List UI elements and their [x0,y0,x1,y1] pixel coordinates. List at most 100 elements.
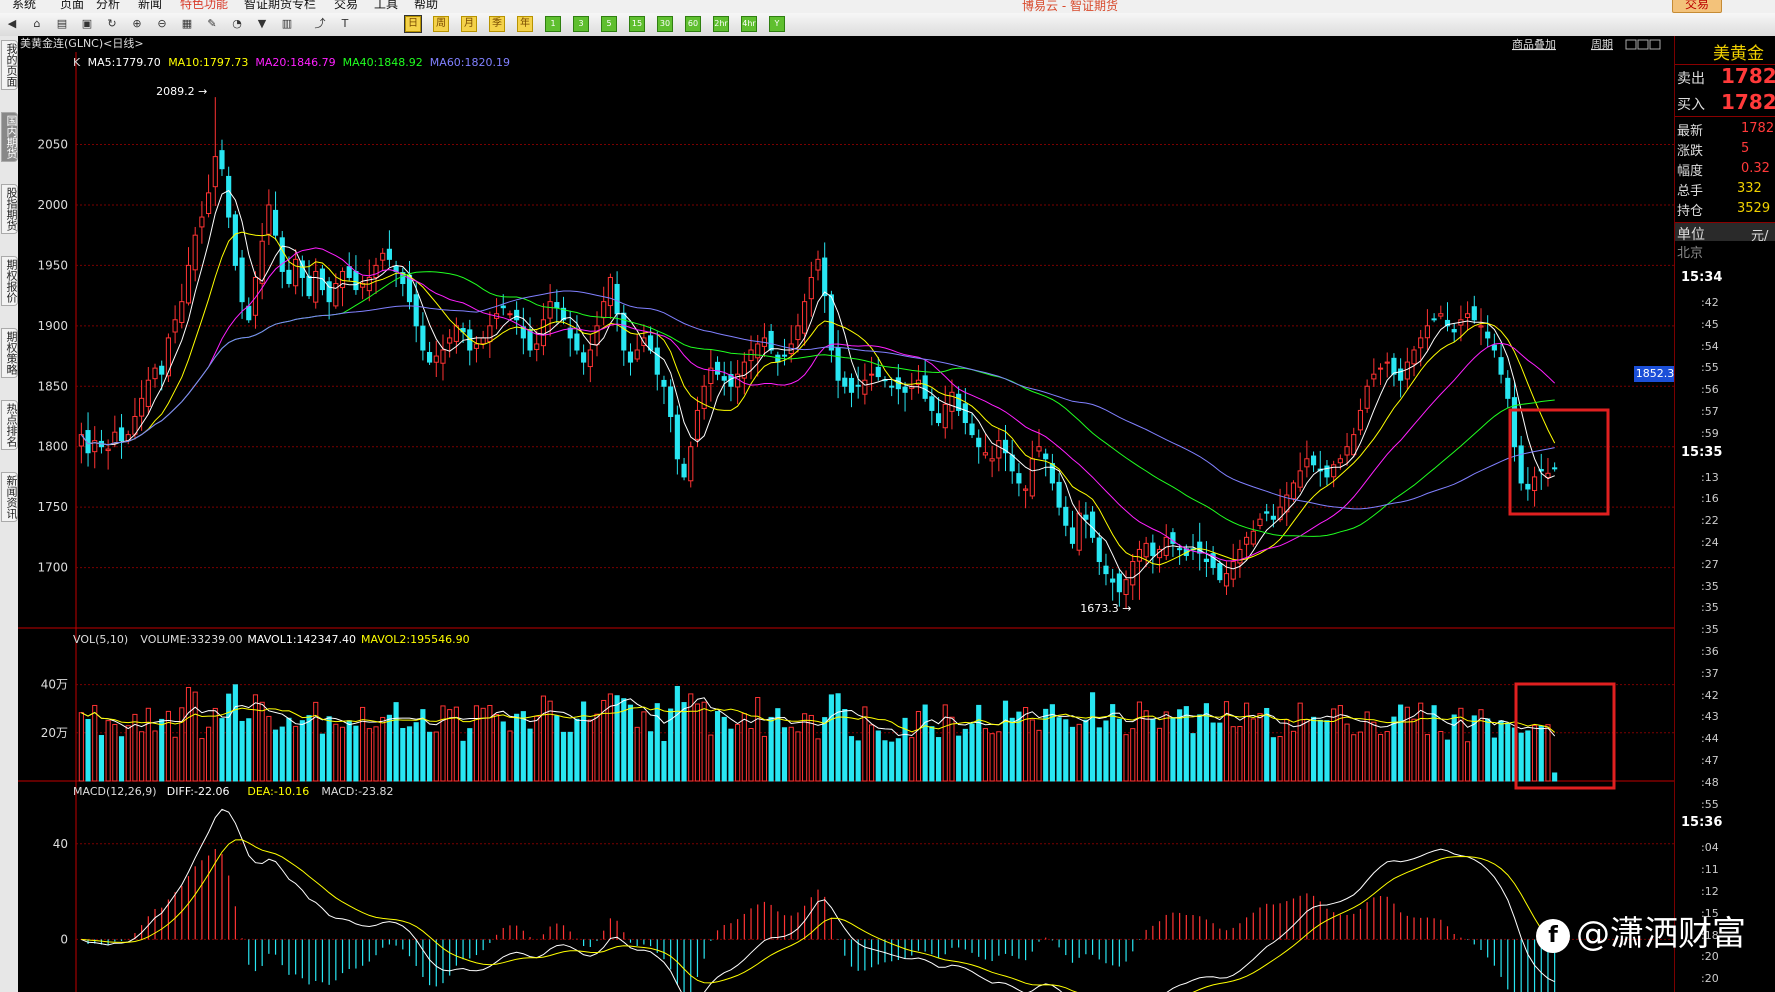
trend-icon[interactable]: ⤴ [312,16,328,32]
period-button-6[interactable]: 3 [573,16,589,32]
side-tab-2[interactable]: 股指期货 [1,184,18,234]
period-button-5[interactable]: 1 [545,16,561,32]
candle-body [1505,377,1511,399]
volume-bar [527,728,533,782]
period-button-4[interactable]: 年 [517,16,533,32]
period-button-10[interactable]: 60 [685,16,701,32]
chart-background [18,36,1674,992]
period-button-8[interactable]: 15 [629,16,645,32]
volume-bar [185,687,192,782]
candle-body [922,375,928,399]
tick-time: :24 [1701,536,1719,549]
volume-bar [1237,725,1243,782]
divider [1675,116,1775,117]
side-tab-0[interactable]: 我的页面 [1,40,18,90]
volume-bar [1411,718,1417,782]
volume-bar [842,709,848,782]
volume-bar [956,735,962,782]
period-button-13[interactable]: Y [769,16,785,32]
candle-body [440,349,446,364]
home-icon[interactable]: ⌂ [29,16,45,32]
side-tab-6[interactable]: 新闻资讯 [1,472,18,522]
zoom-out-icon[interactable]: ⊖ [154,16,170,32]
pen-icon[interactable]: ✎ [204,16,220,32]
volume-bar [1337,705,1343,782]
period-button-11[interactable]: 2hr [713,16,729,32]
watermark: f @潇洒财富 [1536,906,1746,955]
period-button-9[interactable]: 30 [657,16,673,32]
refresh-icon[interactable]: ↻ [104,16,120,32]
trade-button[interactable]: 交易 [1672,0,1723,13]
candle-body [587,349,593,368]
tick-time: :57 [1701,405,1719,418]
menu-item[interactable]: 帮助 [414,0,438,11]
kline-chart[interactable]: 美黄金连(GLNC)<日线> 商品叠加 周期 1700 1750 1800 1850 1… [18,36,1674,992]
candle-body [212,156,218,188]
menu-item[interactable]: 新闻 [138,0,162,11]
candle-body [1056,481,1062,508]
menu-item[interactable]: 页面 [60,0,84,11]
menu-item[interactable]: 智证期货专栏 [244,0,316,11]
candle-body [353,270,359,291]
window-icon[interactable]: ▣ [79,16,95,32]
volume-bar [259,701,265,782]
candle-body [1150,542,1156,556]
grid-icon[interactable]: ▦ [179,16,195,32]
volume-bar [949,716,955,782]
menu-item[interactable]: 交易 [334,0,358,11]
volume-bar [1458,707,1464,782]
volume-bar [567,731,573,782]
period-button-0[interactable]: 日 [404,15,422,33]
quote-panel: 美黄金 卖出 1782. 买入 1782. 最新 1782 涨跌 5 幅度 0.32 总手 3… [1674,36,1775,992]
candle-body [1438,313,1444,317]
volume-bar [520,711,526,782]
period-button-3[interactable]: 季 [489,16,505,32]
volume-bar [1130,728,1136,782]
candle-body [252,276,259,316]
volume-bar [942,704,948,782]
volume-bar [540,695,547,782]
zoom-in-icon[interactable]: ⊕ [129,16,145,32]
legend-text: MA20:1846.79 [255,56,335,69]
candle-body [266,204,272,235]
menu-item[interactable]: 特色功能 [180,0,228,11]
price-tick-label: 2050 [37,138,68,152]
period-button-1[interactable]: 周 [433,16,449,32]
candle-body [554,302,560,309]
candle-body [1531,476,1538,492]
period-button-2[interactable]: 月 [461,16,477,32]
draw-icon[interactable]: ◔ [229,16,245,32]
table-icon[interactable]: ▥ [279,16,295,32]
side-tab-3[interactable]: 期权报价 [1,256,18,306]
volume-bar [105,720,111,782]
side-tab-1[interactable]: 国内期货 [1,112,18,162]
candle-body [668,386,674,417]
menu-item[interactable]: 系统 [12,0,36,11]
candle-body [674,414,680,460]
filter-icon[interactable]: ▼ [254,16,270,32]
menu-item[interactable]: 工具 [374,0,398,11]
legend-text: MACD(12,26,9) [73,785,157,798]
tick-icon[interactable]: T [337,16,353,32]
volume-bar [206,726,212,782]
candle-body [1270,515,1276,520]
side-tab-4[interactable]: 期权策略 [1,328,18,378]
volume-bar [1156,727,1163,782]
legend-text: DIFF:-22.06 [167,785,230,798]
period-button-12[interactable]: 4hr [741,16,757,32]
period-button-7[interactable]: 5 [601,16,617,32]
volume-bar [246,718,252,782]
volume-bar [467,728,473,782]
candle-body [427,352,433,363]
back-icon[interactable]: ◀ [4,16,20,32]
volume-bar [1076,723,1082,782]
menu-item[interactable]: 分析 [96,0,120,11]
volume-bar [915,711,922,782]
volume-bar [293,725,299,782]
overlay-link[interactable]: 商品叠加 [1512,37,1556,51]
layout-icon[interactable]: ▤ [54,16,70,32]
period-link[interactable]: 周期 [1591,38,1613,51]
candle-body [306,275,312,297]
candle-body [293,258,299,287]
side-tab-5[interactable]: 热点排名 [1,400,18,450]
